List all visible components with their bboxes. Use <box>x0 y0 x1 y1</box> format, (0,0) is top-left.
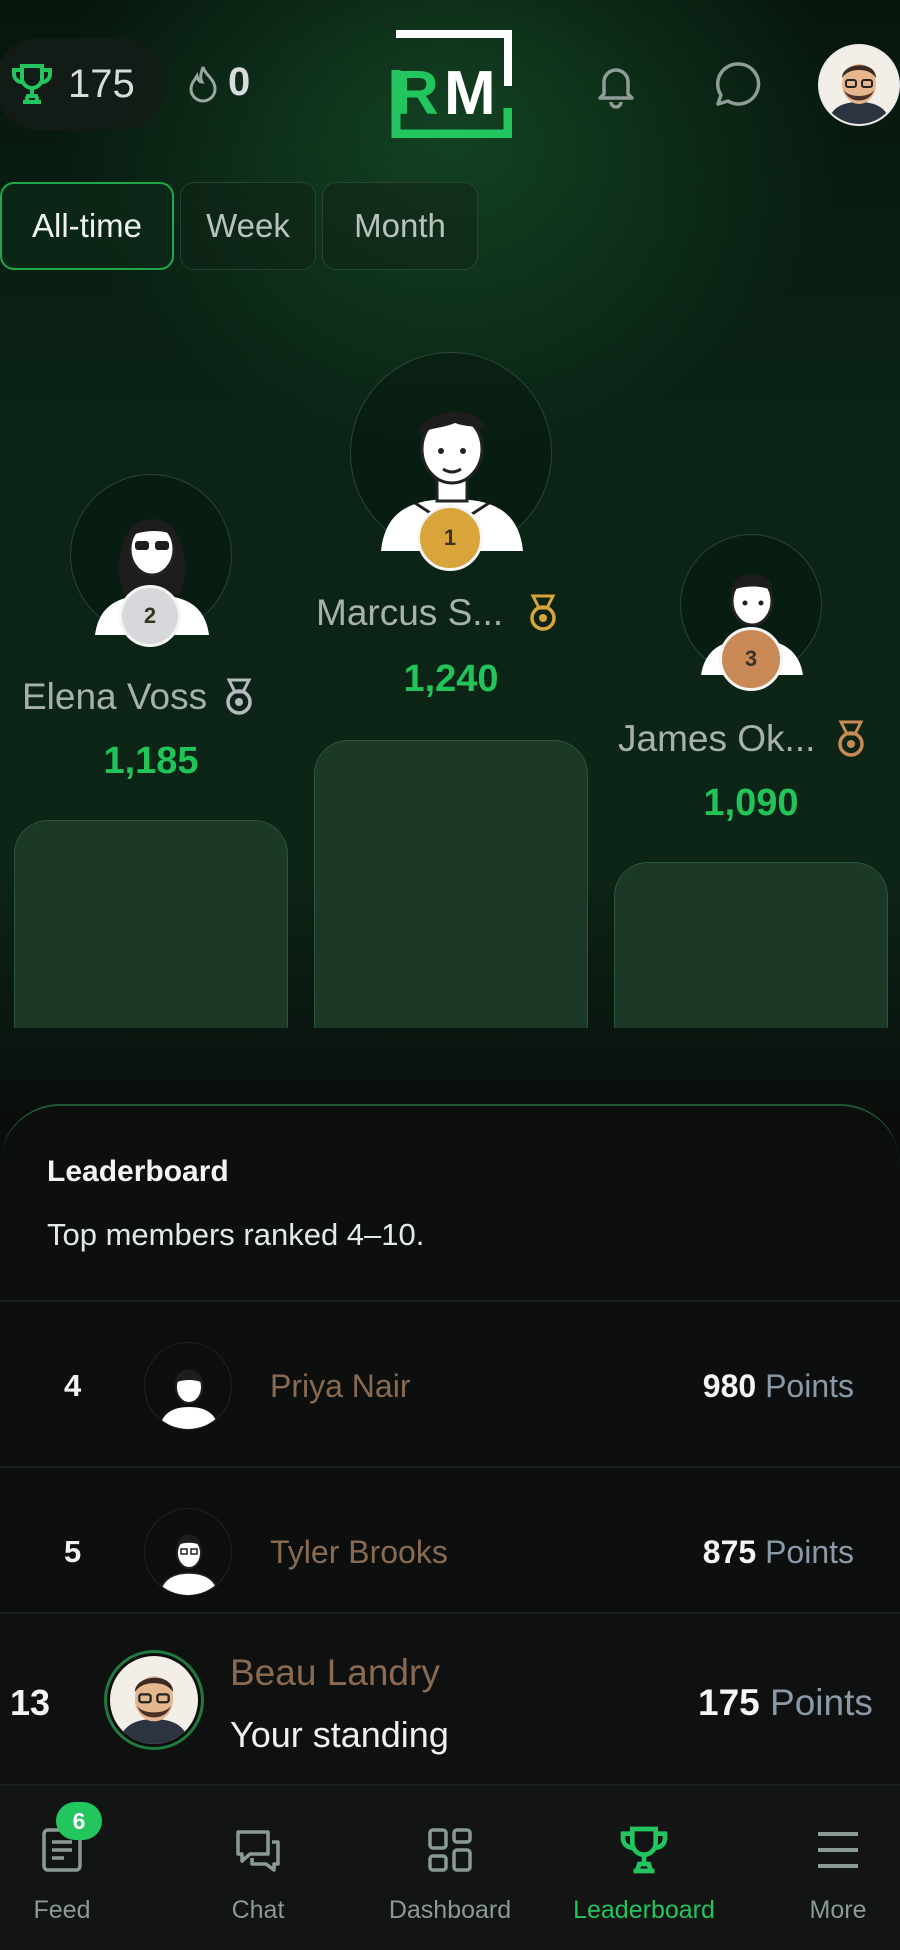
row-points-value: 875 <box>702 1534 757 1570</box>
avatar-illustration <box>820 46 898 124</box>
leaderboard-row-4[interactable]: 4 Priya Nair 980 Points <box>0 1300 900 1466</box>
nav-label: More <box>809 1896 867 1924</box>
podium-second-score: 1,185 <box>103 740 199 782</box>
avatar-illustration <box>158 1534 220 1595</box>
nav-label: Leaderboard <box>573 1896 715 1924</box>
medal-second: 2 <box>119 585 181 647</box>
my-avatar <box>104 1650 204 1750</box>
podium-block-first <box>314 740 588 1028</box>
gold-medal-icon <box>530 594 556 631</box>
podium-third-score: 1,090 <box>703 782 799 824</box>
my-caption: Your standing <box>230 1714 449 1755</box>
message-icon[interactable] <box>712 58 764 110</box>
tab-week[interactable]: Week <box>180 182 316 270</box>
silver-medal-icon <box>226 678 252 715</box>
nav-label: Chat <box>231 1896 285 1924</box>
menu-icon <box>818 1832 858 1868</box>
podium-second-avatar[interactable]: 2 <box>70 474 232 647</box>
tab-all-time[interactable]: All-time <box>0 182 174 270</box>
nav-leaderboard[interactable]: Leaderboard <box>554 1786 734 1950</box>
feed-badge: 6 <box>56 1802 102 1840</box>
row-rank: 5 <box>64 1534 82 1569</box>
podium-first-name-text: Marcus S... <box>316 592 504 633</box>
nav-dashboard[interactable]: Dashboard <box>360 1786 540 1950</box>
chat-icon <box>236 1830 280 1872</box>
profile-avatar[interactable] <box>818 44 900 126</box>
points-pill[interactable]: 175 <box>0 38 166 130</box>
my-points-value: 175 <box>698 1682 760 1723</box>
nav-chat[interactable]: Chat <box>168 1786 348 1950</box>
row-points-unit: Points <box>765 1534 854 1570</box>
tab-month[interactable]: Month <box>322 182 478 270</box>
svg-text:R: R <box>394 59 439 128</box>
row-name: Tyler Brooks <box>270 1534 448 1570</box>
my-rank: 13 <box>10 1682 51 1723</box>
bottom-nav: 6 Feed Chat Dashboard Leaderboard More <box>0 1784 900 1950</box>
avatar-illustration <box>119 1676 189 1744</box>
avatar-illustration <box>159 1369 219 1429</box>
row-rank: 4 <box>64 1368 82 1403</box>
trophy-icon <box>12 64 52 104</box>
my-points: 175 Points <box>698 1682 873 1724</box>
row-avatar <box>144 1342 232 1430</box>
app-header: 175 0 R M <box>0 0 900 170</box>
podium-block-second <box>14 820 288 1028</box>
medal-third: 3 <box>719 627 783 691</box>
streak-value: 0 <box>228 60 251 104</box>
podium-third-name: James Ok... <box>618 718 869 760</box>
podium-first-name: Marcus S... <box>316 592 561 634</box>
nav-feed[interactable]: 6 Feed <box>0 1786 152 1950</box>
bell-icon[interactable] <box>590 58 642 110</box>
podium-second-name: Elena Voss <box>22 676 257 718</box>
my-name: Beau Landry <box>230 1652 440 1693</box>
trophy-icon <box>620 1826 668 1874</box>
podium-third-avatar[interactable]: 3 <box>680 534 822 691</box>
streak-counter[interactable]: 0 <box>186 60 250 105</box>
period-tabs: All-time Week Month <box>0 182 484 270</box>
leaderboard-title: Leaderboard <box>47 1155 229 1188</box>
row-points-value: 980 <box>702 1368 757 1404</box>
row-avatar <box>144 1508 232 1596</box>
podium-block-third <box>614 862 888 1028</box>
leaderboard-row-5[interactable]: 5 Tyler Brooks 875 Points <box>0 1466 900 1612</box>
points-value: 175 <box>68 61 135 106</box>
bronze-medal-icon <box>838 720 865 757</box>
medal-first: 1 <box>417 505 483 571</box>
podium-first-score: 1,240 <box>403 658 499 700</box>
podium-second-name-text: Elena Voss <box>22 676 208 717</box>
my-points-unit: Points <box>770 1682 873 1723</box>
flame-icon <box>189 65 217 102</box>
row-points-unit: Points <box>765 1368 854 1404</box>
leaderboard-subtitle: Top members ranked 4–10. <box>47 1217 425 1252</box>
nav-label: Feed <box>33 1896 91 1924</box>
row-points: 875 Points <box>703 1534 854 1571</box>
svg-text:M: M <box>444 59 496 128</box>
row-name: Priya Nair <box>270 1368 411 1404</box>
row-points: 980 Points <box>703 1368 854 1405</box>
podium-third-name-text: James Ok... <box>618 718 816 759</box>
nav-label: Dashboard <box>388 1896 512 1924</box>
my-standing-row[interactable]: 13 Beau Landry Your standing 175 Points <box>0 1612 900 1784</box>
podium-first-avatar[interactable]: 1 <box>350 352 552 571</box>
nav-more[interactable]: More <box>748 1786 900 1950</box>
dashboard-icon <box>428 1828 472 1872</box>
rm-logo: R M <box>391 30 512 138</box>
